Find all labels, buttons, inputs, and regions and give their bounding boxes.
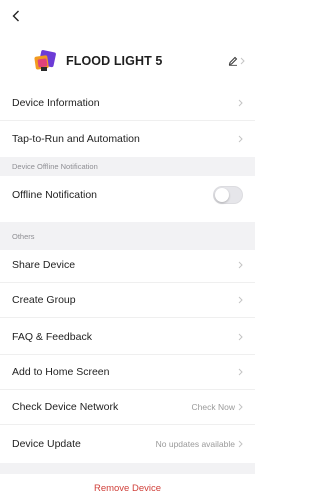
chevron-right-icon [238, 261, 243, 269]
back-button[interactable] [8, 8, 24, 24]
edit-name-button[interactable] [228, 56, 245, 66]
tap-to-run-row[interactable]: Tap-to-Run and Automation [0, 121, 255, 156]
create-group-label: Create Group [12, 294, 76, 306]
offline-notification-row: Offline Notification [0, 177, 255, 212]
device-name: FLOOD LIGHT 5 [66, 54, 163, 68]
toggle-knob [215, 187, 229, 202]
share-device-row[interactable]: Share Device [0, 248, 255, 283]
check-device-network-row[interactable]: Check Device Network Check Now [0, 390, 255, 425]
pencil-icon [228, 56, 238, 66]
chevron-right-icon [238, 135, 243, 143]
chevron-right-icon [238, 403, 243, 411]
chevron-right-icon [238, 368, 243, 376]
faq-feedback-label: FAQ & Feedback [12, 331, 92, 343]
chevron-right-icon [238, 333, 243, 341]
tap-to-run-label: Tap-to-Run and Automation [12, 132, 140, 145]
add-to-home-screen-label: Add to Home Screen [12, 366, 110, 378]
flood-light-device-icon [34, 50, 56, 71]
remove-device-button[interactable]: Remove Device [0, 474, 255, 502]
add-to-home-screen-row[interactable]: Add to Home Screen [0, 355, 255, 390]
chevron-right-icon [238, 440, 243, 448]
chevron-right-icon [238, 99, 243, 107]
check-now-value: Check Now [191, 402, 235, 412]
device-update-row[interactable]: Device Update No updates available [0, 426, 255, 461]
offline-notification-label: Offline Notification [12, 188, 98, 201]
device-header: FLOOD LIGHT 5 [0, 42, 255, 80]
chevron-right-icon [238, 296, 243, 304]
share-device-label: Share Device [12, 259, 76, 271]
device-information-row[interactable]: Device Information [0, 86, 255, 121]
device-information-label: Device Information [12, 97, 100, 109]
device-update-label: Device Update [12, 437, 81, 450]
section-header-others: Others [0, 222, 255, 250]
offline-notification-toggle[interactable] [213, 185, 243, 204]
create-group-row[interactable]: Create Group [0, 283, 255, 318]
check-device-network-label: Check Device Network [12, 401, 119, 413]
chevron-right-icon [240, 57, 245, 65]
device-update-status: No updates available [155, 438, 235, 449]
faq-feedback-row[interactable]: FAQ & Feedback [0, 320, 255, 355]
section-header-offline: Device Offline Notification [0, 157, 255, 176]
section-divider [0, 463, 255, 474]
chevron-left-icon [12, 10, 19, 22]
